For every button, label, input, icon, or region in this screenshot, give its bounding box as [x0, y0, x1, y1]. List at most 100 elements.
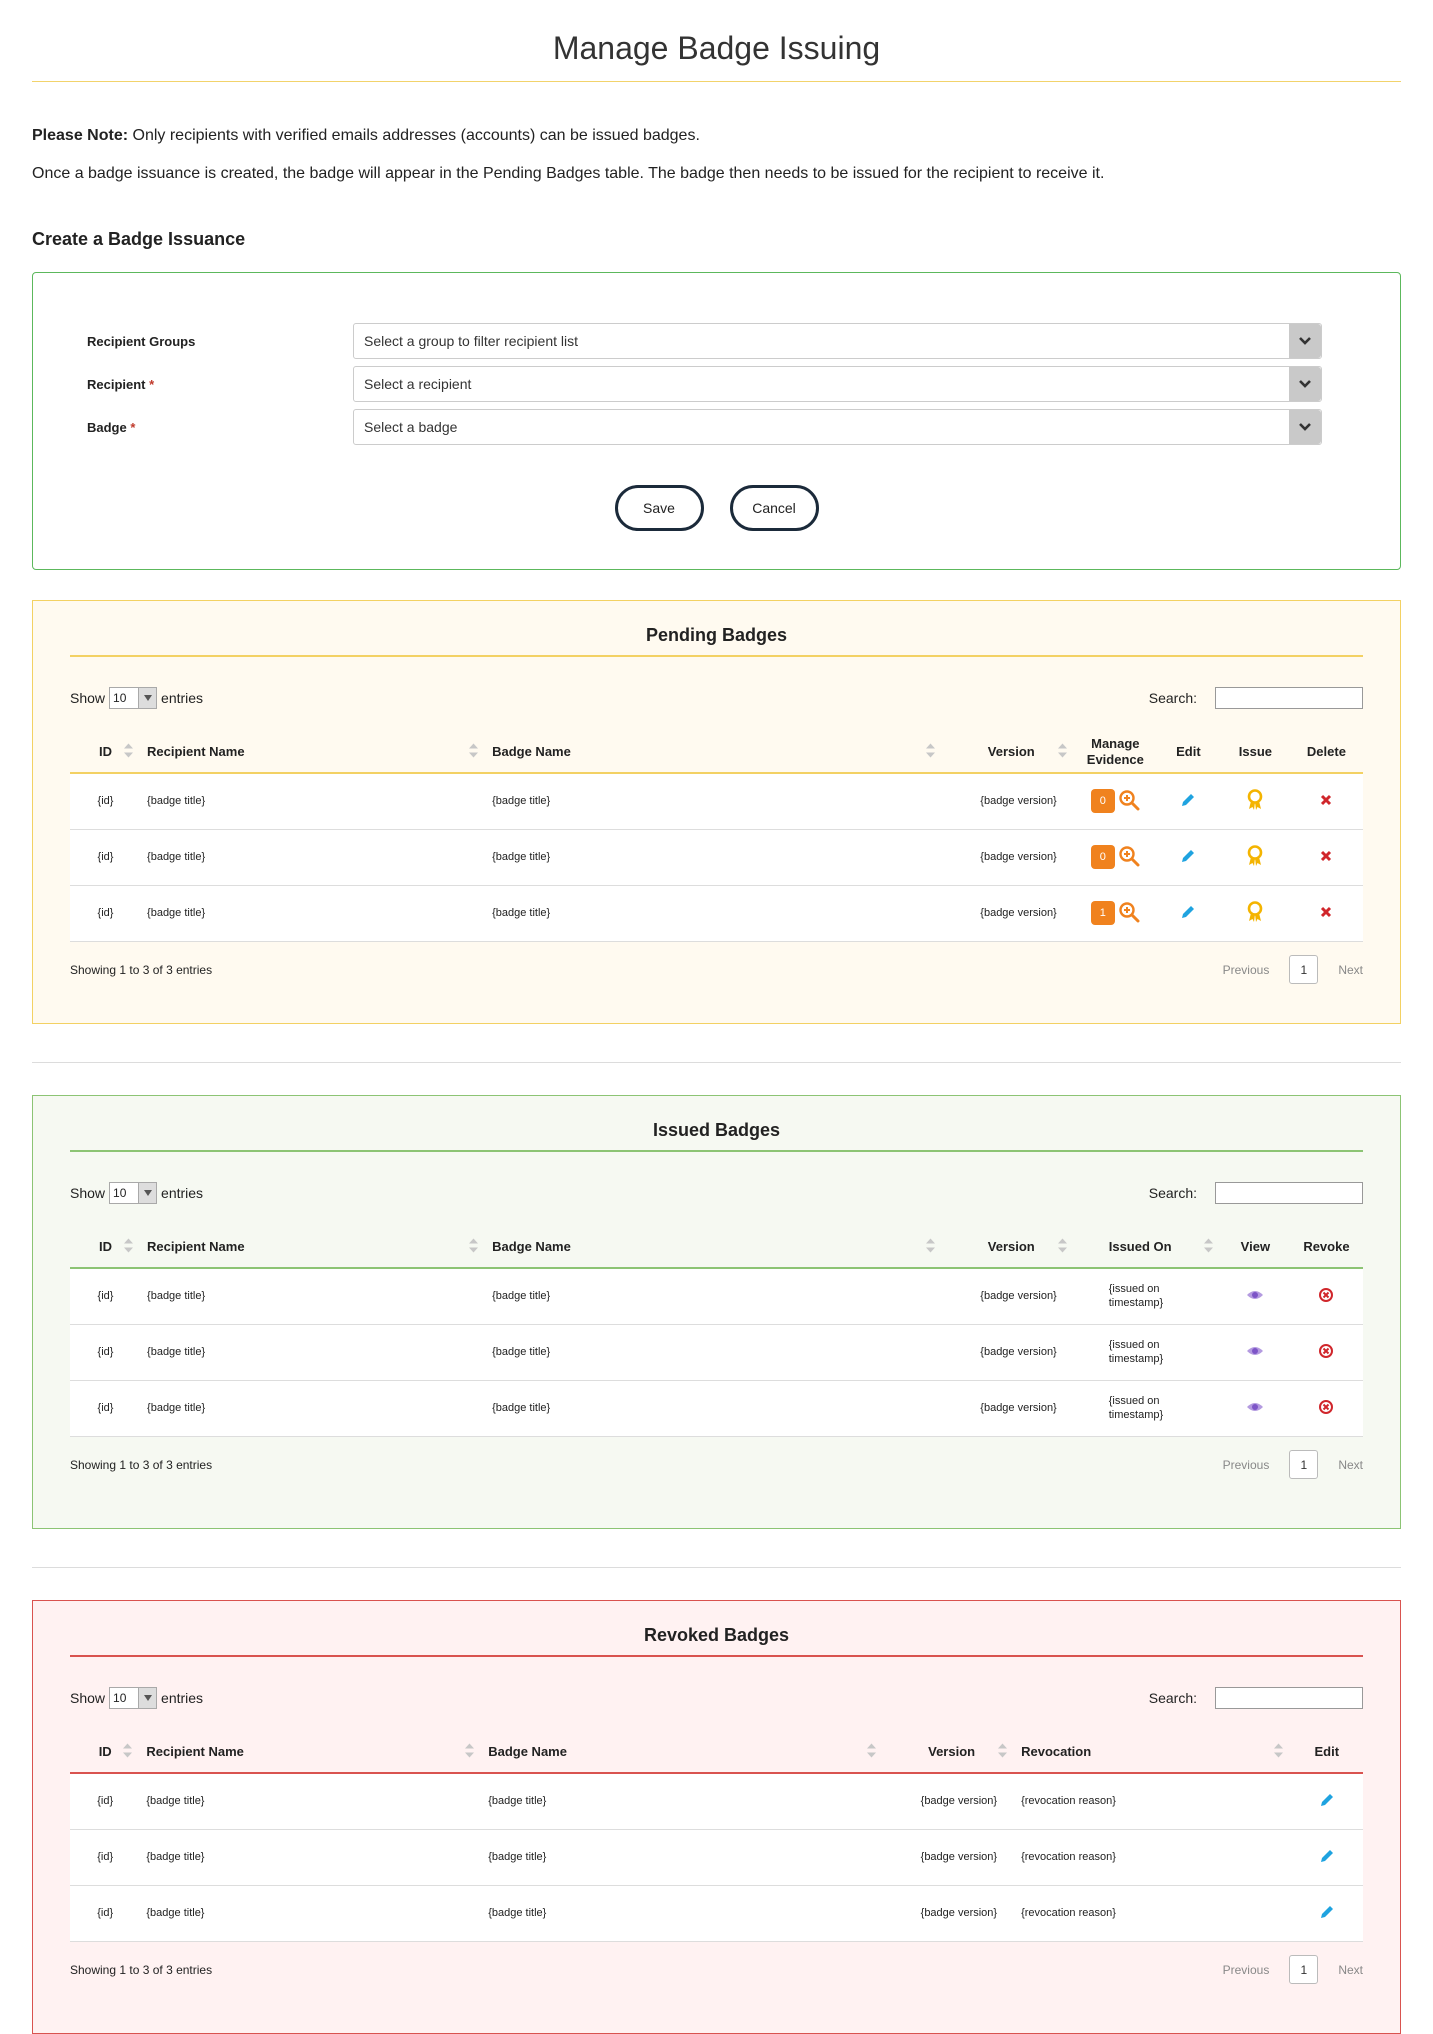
col-id-label: ID [99, 744, 113, 759]
cell-edit [1156, 773, 1221, 829]
sort-icon [867, 1743, 877, 1760]
col-edit: Edit [1156, 731, 1221, 773]
col-edit: Edit [1291, 1731, 1363, 1773]
revoke-circle-icon[interactable] [1318, 1343, 1334, 1362]
evidence-count[interactable]: 1 [1090, 901, 1115, 925]
close-icon[interactable] [1320, 906, 1332, 921]
col-recipient-name[interactable]: Recipient Name [141, 1226, 486, 1268]
create-issuance-heading: Create a Badge Issuance [32, 229, 246, 249]
search-label: Search: [1148, 690, 1197, 706]
pending-badges-panel: Pending Badges Show 10 entries Search: I… [32, 600, 1401, 1024]
search-input[interactable] [1215, 1182, 1363, 1204]
revoke-circle-icon[interactable] [1318, 1399, 1334, 1418]
close-icon[interactable] [1320, 850, 1332, 865]
award-icon[interactable] [1246, 788, 1264, 814]
pencil-icon[interactable] [1180, 848, 1196, 867]
cell-id: {id} [97, 1795, 114, 1808]
col-revocation-label: Revocation [1021, 1744, 1092, 1759]
col-version[interactable]: Version [943, 731, 1075, 773]
col-version[interactable]: Version [943, 1226, 1075, 1268]
col-badge-name[interactable]: Badge Name [482, 1731, 884, 1773]
previous-button[interactable]: Previous [1223, 1458, 1270, 1472]
issued-badges-title: Issued Badges [70, 1096, 1363, 1152]
cell-badge: {badge title} [492, 795, 551, 808]
save-button[interactable]: Save [614, 485, 704, 531]
col-issue-label: Issue [1238, 744, 1272, 759]
page-length-select[interactable]: 10 [109, 687, 158, 709]
col-id[interactable]: ID [70, 1731, 140, 1773]
col-badge-name[interactable]: Badge Name [486, 1226, 943, 1268]
revoke-circle-icon[interactable] [1318, 1287, 1334, 1306]
col-issued-on[interactable]: Issued On [1075, 1226, 1221, 1268]
cell-version: {badge version} [920, 1795, 998, 1808]
zoom-in-icon[interactable] [1118, 845, 1140, 870]
next-button[interactable]: Next [1338, 1458, 1363, 1472]
cancel-button[interactable]: Cancel [729, 485, 819, 531]
cell-badge: {badge title} [488, 1795, 547, 1808]
cell-badge: {badge title} [492, 1346, 551, 1358]
col-badge-name[interactable]: Badge Name [486, 731, 943, 773]
badge-select[interactable]: Select a badge [353, 409, 1322, 445]
page-1-button[interactable]: 1 [1289, 1450, 1319, 1479]
eye-icon[interactable] [1246, 1345, 1264, 1360]
col-id[interactable]: ID [70, 1226, 141, 1268]
pencil-icon[interactable] [1319, 1904, 1335, 1923]
close-icon[interactable] [1320, 794, 1332, 809]
page-length-select[interactable]: 10 [109, 1687, 158, 1709]
evidence-count[interactable]: 0 [1090, 789, 1115, 814]
cell-evidence: 1 [1075, 885, 1156, 941]
chevron-down-icon[interactable] [1289, 324, 1321, 358]
page-1-button[interactable]: 1 [1289, 955, 1319, 984]
col-recipient-name[interactable]: Recipient Name [141, 731, 486, 773]
pencil-icon[interactable] [1180, 792, 1196, 811]
page-1-button[interactable]: 1 [1289, 1955, 1319, 1984]
page-length-value: 10 [113, 691, 127, 705]
next-button[interactable]: Next [1338, 1963, 1363, 1977]
eye-icon[interactable] [1246, 1401, 1264, 1416]
previous-button[interactable]: Previous [1223, 1963, 1270, 1977]
chevron-down-icon[interactable] [1289, 410, 1321, 444]
triangle-down-icon [138, 1688, 157, 1708]
pencil-icon[interactable] [1180, 904, 1196, 923]
cell-evidence: 0 [1075, 829, 1156, 885]
search-input[interactable] [1215, 687, 1363, 709]
sort-icon [925, 1238, 935, 1255]
previous-button[interactable]: Previous [1223, 963, 1270, 977]
entries-label: entries [161, 1185, 204, 1201]
award-icon[interactable] [1246, 844, 1264, 870]
pencil-icon[interactable] [1319, 1792, 1335, 1811]
evidence-count[interactable]: 0 [1090, 845, 1115, 869]
col-version[interactable]: Version [884, 1731, 1015, 1773]
cell-recipient: {badge title} [146, 1907, 205, 1919]
show-label: Show [70, 1690, 106, 1706]
page-length-select[interactable]: 10 [109, 1182, 158, 1204]
recipient-groups-select[interactable]: Select a group to filter recipient list [353, 323, 1322, 359]
pagination: Previous 1 Next [1223, 955, 1363, 984]
cell-issued-on: {issued on timestamp} [1108, 1339, 1164, 1365]
revoked-badges-table: ID Recipient Name Badge Name Version Rev… [70, 1731, 1363, 1942]
issued-badges-table: ID Recipient Name Badge Name Version Iss… [70, 1226, 1363, 1437]
col-revocation[interactable]: Revocation [1015, 1731, 1290, 1773]
col-recipient-name[interactable]: Recipient Name [140, 1731, 482, 1773]
pagination: Previous 1 Next [1223, 1955, 1363, 1984]
badge-label-text: Badge [87, 419, 127, 435]
pencil-icon[interactable] [1319, 1848, 1335, 1867]
chevron-down-icon[interactable] [1289, 367, 1321, 401]
col-badge-label: Badge Name [488, 1744, 567, 1759]
eye-icon[interactable] [1246, 1289, 1264, 1304]
zoom-in-icon[interactable] [1118, 901, 1140, 926]
col-recipient-label: Recipient Name [147, 744, 245, 759]
col-delete: Delete [1290, 731, 1363, 773]
col-issue: Issue [1221, 731, 1290, 773]
cell-id: {id} [97, 795, 114, 808]
cell-issue [1221, 773, 1290, 829]
col-id[interactable]: ID [70, 731, 141, 773]
search-input[interactable] [1215, 1687, 1363, 1709]
recipient-groups-label-text: Recipient Groups [87, 333, 196, 349]
award-icon[interactable] [1246, 900, 1264, 926]
search-control: Search: [1149, 1182, 1363, 1204]
recipient-select[interactable]: Select a recipient [353, 366, 1322, 402]
table-header-row: ID Recipient Name Badge Name Version Rev… [70, 1731, 1363, 1773]
zoom-in-icon[interactable] [1118, 789, 1140, 814]
next-button[interactable]: Next [1338, 963, 1363, 977]
